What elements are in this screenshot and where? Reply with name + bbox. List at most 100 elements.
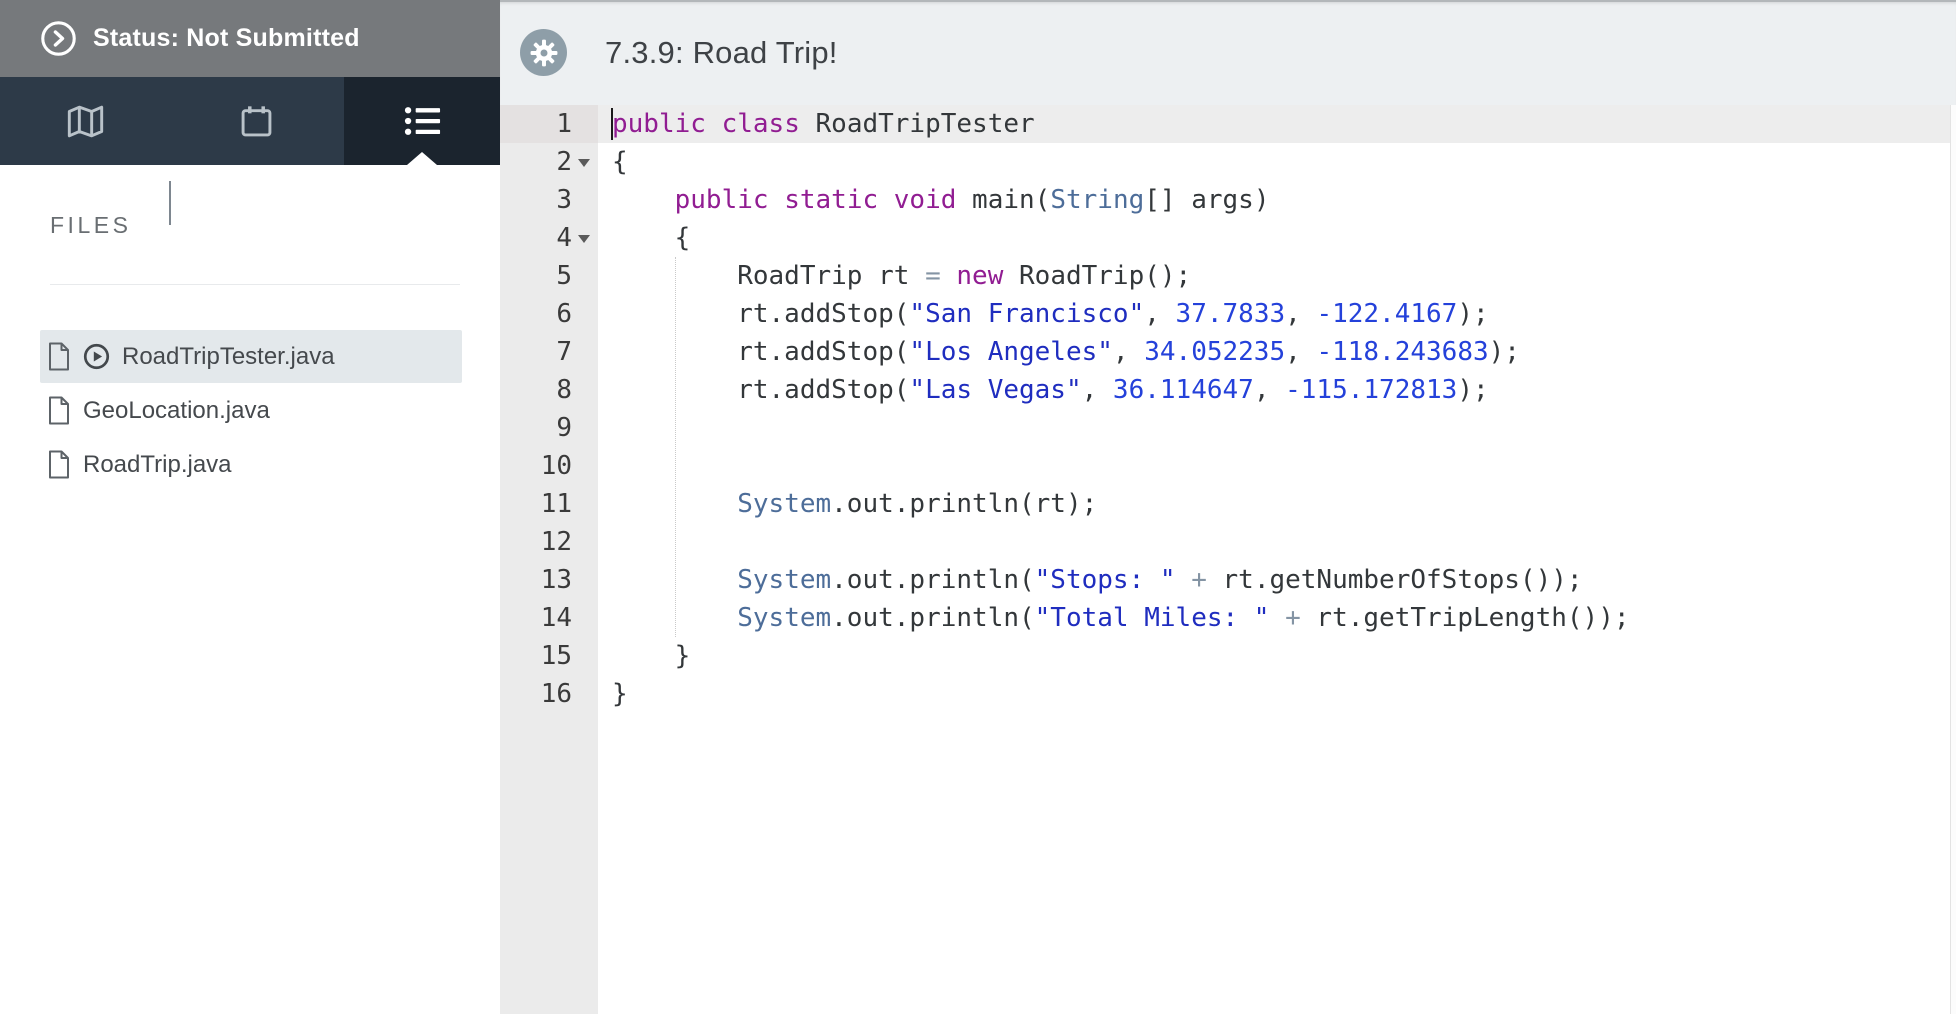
code-lines: 1 public class RoadTripTester 2{3 public s…	[500, 105, 1956, 713]
tab-map[interactable]	[0, 77, 170, 165]
file-icon	[47, 450, 71, 479]
divider	[50, 284, 460, 285]
line-number: 15	[540, 641, 572, 671]
code-text[interactable]: RoadTrip rt = new RoadTrip();	[598, 257, 1956, 295]
code-line[interactable]: 6 rt.addStop("San Francisco", 37.7833, -…	[500, 295, 1956, 333]
code-text[interactable]: System.out.println(rt);	[598, 485, 1956, 523]
editor-pane: 7.3.9: Road Trip! 1 public class RoadTrip…	[500, 0, 1956, 1014]
line-number: 5	[556, 261, 572, 291]
line-number: 7	[556, 337, 572, 367]
fold-gutter	[572, 333, 598, 371]
line-number: 12	[540, 527, 572, 557]
gear-icon[interactable]	[520, 29, 567, 76]
code-line[interactable]: 13 System.out.println("Stops: " + rt.get…	[500, 561, 1956, 599]
fold-gutter	[572, 409, 598, 447]
calendar-icon	[239, 104, 274, 139]
line-number: 9	[556, 413, 572, 443]
fold-gutter	[572, 447, 598, 485]
line-number: 11	[540, 489, 572, 519]
active-tab-notch	[407, 152, 437, 165]
sidebar-tab-bar	[0, 77, 500, 225]
line-number: 3	[556, 185, 572, 215]
file-row-geolocation[interactable]: GeoLocation.java	[40, 384, 462, 437]
fold-gutter	[572, 257, 598, 295]
code-line[interactable]: 10	[500, 447, 1956, 485]
code-line[interactable]: 5 RoadTrip rt = new RoadTrip();	[500, 257, 1956, 295]
play-icon[interactable]	[83, 343, 110, 370]
map-icon	[67, 103, 104, 140]
code-line[interactable]: 16}	[500, 675, 1956, 713]
code-text[interactable]: }	[598, 637, 1956, 675]
file-name: RoadTrip.java	[83, 450, 232, 478]
status-bar[interactable]: Status: Not Submitted	[0, 0, 500, 77]
code-line[interactable]: 8 rt.addStop("Las Vegas", 36.114647, -11…	[500, 371, 1956, 409]
code-line[interactable]: 7 rt.addStop("Los Angeles", 34.052235, -…	[500, 333, 1956, 371]
file-name: GeoLocation.java	[83, 396, 270, 424]
code-text[interactable]: rt.addStop("San Francisco", 37.7833, -12…	[598, 295, 1956, 333]
code-text[interactable]: System.out.println("Stops: " + rt.getNum…	[598, 561, 1956, 599]
code-text[interactable]: {	[598, 219, 1956, 257]
exercise-title: 7.3.9: Road Trip!	[605, 34, 838, 70]
list-icon	[403, 102, 441, 140]
files-header: FILES	[50, 212, 132, 238]
code-line[interactable]: 4 {	[500, 219, 1956, 257]
scrollbar-track[interactable]	[1950, 105, 1956, 1014]
line-number: 16	[540, 679, 572, 709]
fold-gutter	[572, 105, 598, 143]
fold-gutter	[572, 637, 598, 675]
line-number: 1	[500, 105, 572, 143]
fold-gutter	[572, 675, 598, 713]
fold-gutter	[572, 599, 598, 637]
code-line[interactable]: 1 public class RoadTripTester	[500, 105, 1956, 143]
code-editor[interactable]: 1 public class RoadTripTester 2{3 public s…	[500, 105, 1956, 1014]
code-text[interactable]: rt.addStop("Las Vegas", 36.114647, -115.…	[598, 371, 1956, 409]
line-number: 4	[556, 223, 572, 253]
file-row-roadtrip[interactable]: RoadTrip.java	[40, 438, 462, 491]
code-text[interactable]: {	[598, 143, 1956, 181]
code-text[interactable]: public class RoadTripTester	[598, 105, 1956, 143]
fold-gutter	[572, 181, 598, 219]
tab-divider	[169, 181, 171, 225]
code-line[interactable]: 15 }	[500, 637, 1956, 675]
code-text[interactable]	[598, 447, 1956, 485]
file-icon	[47, 342, 71, 371]
code-text[interactable]: public static void main(String[] args)	[598, 181, 1956, 219]
code-line[interactable]: 3 public static void main(String[] args)	[500, 181, 1956, 219]
fold-arrow-icon[interactable]	[578, 235, 590, 243]
fold-gutter	[572, 523, 598, 561]
fold-gutter	[572, 295, 598, 333]
editor-header: 7.3.9: Road Trip!	[500, 0, 1956, 105]
fold-gutter	[572, 371, 598, 409]
code-line[interactable]: 12	[500, 523, 1956, 561]
code-text[interactable]: System.out.println("Total Miles: " + rt.…	[598, 599, 1956, 637]
code-line[interactable]: 14 System.out.println("Total Miles: " + …	[500, 599, 1956, 637]
code-text[interactable]: }	[598, 675, 1956, 713]
fold-gutter	[572, 561, 598, 599]
tab-files[interactable]	[344, 77, 500, 165]
code-text[interactable]	[598, 409, 1956, 447]
line-number: 8	[556, 375, 572, 405]
line-number: 13	[540, 565, 572, 595]
code-text[interactable]	[598, 523, 1956, 561]
code-line[interactable]: 11 System.out.println(rt);	[500, 485, 1956, 523]
line-number: 10	[540, 451, 572, 481]
status-label: Status: Not Submitted	[93, 24, 360, 52]
fold-gutter[interactable]	[572, 219, 598, 257]
line-number: 14	[540, 603, 572, 633]
codehs-ide: Status: Not Submitted FILES RoadTripTest…	[0, 0, 1956, 1014]
file-row-roadtriptester[interactable]: RoadTripTester.java	[40, 330, 462, 383]
fold-arrow-icon[interactable]	[578, 159, 590, 167]
code-line[interactable]: 2{	[500, 143, 1956, 181]
fold-gutter	[572, 485, 598, 523]
file-name: RoadTripTester.java	[122, 342, 335, 370]
file-icon	[47, 396, 71, 425]
chevron-right-circle-icon	[40, 20, 77, 57]
fold-gutter[interactable]	[572, 143, 598, 181]
code-text[interactable]: rt.addStop("Los Angeles", 34.052235, -11…	[598, 333, 1956, 371]
line-number: 2	[556, 147, 572, 177]
code-line[interactable]: 9	[500, 409, 1956, 447]
sidebar: Status: Not Submitted FILES RoadTripTest…	[0, 0, 500, 1014]
tab-calendar[interactable]	[172, 77, 340, 165]
text-cursor	[611, 108, 613, 140]
line-number: 6	[556, 299, 572, 329]
